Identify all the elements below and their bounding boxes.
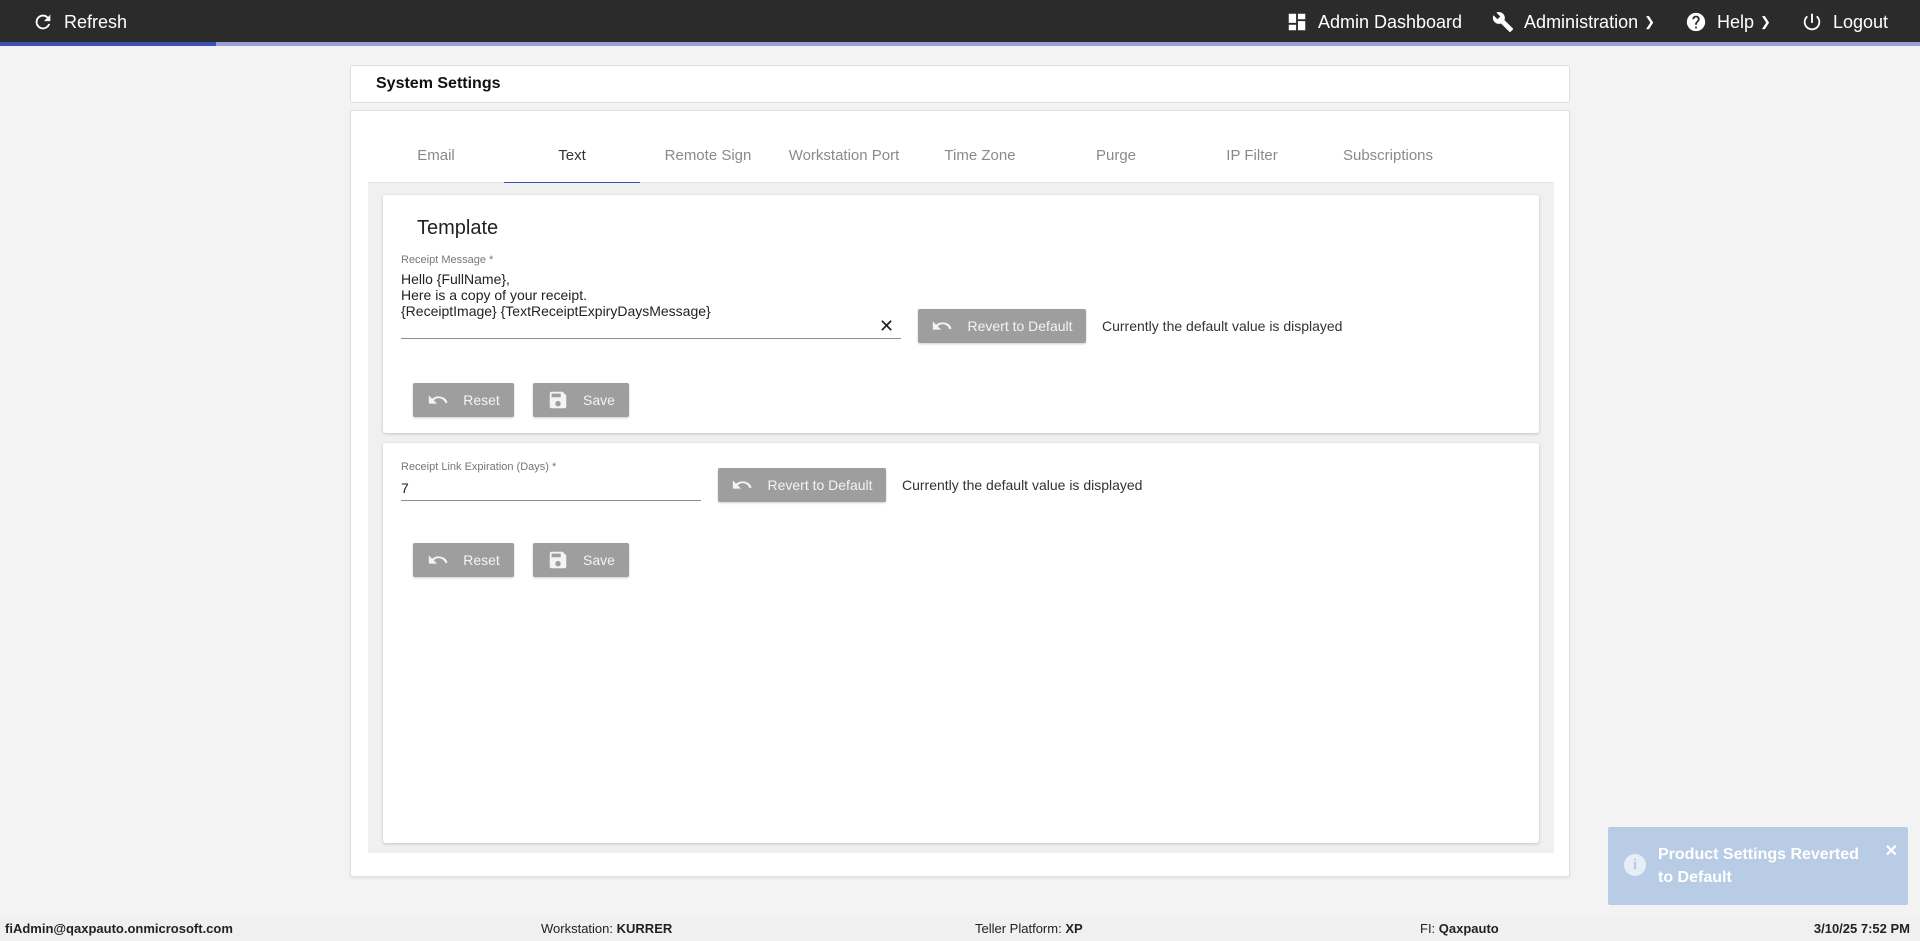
help-icon xyxy=(1686,12,1706,32)
settings-tabs: Email Text Remote Sign Workstation Port … xyxy=(368,127,1554,184)
workstation-label: Workstation: xyxy=(541,921,614,936)
administration-label: Administration xyxy=(1524,11,1639,32)
footer-datetime: 3/10/25 7:52 PM xyxy=(1814,921,1910,936)
footer-fi: FI: Qaxpauto xyxy=(1420,921,1499,936)
save-button[interactable]: Save xyxy=(533,383,629,417)
page-header: System Settings xyxy=(350,65,1570,103)
default-value-note: Currently the default value is displayed xyxy=(902,477,1143,493)
wrench-icon xyxy=(1492,12,1514,33)
undo-icon xyxy=(733,480,753,489)
tab-subscriptions[interactable]: Subscriptions xyxy=(1320,127,1456,183)
toast-notification: i Product Settings Reverted to Default ✕ xyxy=(1608,827,1908,905)
administration-menu[interactable]: Administration ❯ xyxy=(1492,11,1655,33)
refresh-label: Refresh xyxy=(64,11,128,32)
expiration-label: Receipt Link Expiration (Days) * xyxy=(401,461,557,473)
status-footer: fiAdmin@qaxpauto.onmicrosoft.com Worksta… xyxy=(0,916,1920,941)
save-icon xyxy=(549,551,567,569)
chevron-down-icon: ❯ xyxy=(1644,14,1655,29)
tab-text[interactable]: Text xyxy=(504,127,640,184)
tab-time-zone[interactable]: Time Zone xyxy=(912,127,1048,183)
save-label: Save xyxy=(583,392,615,408)
receipt-message-input[interactable]: Hello {FullName}, Here is a copy of your… xyxy=(401,271,901,339)
expiration-days-input[interactable] xyxy=(401,475,701,501)
revert-label: Revert to Default xyxy=(967,318,1073,334)
undo-icon xyxy=(429,555,448,564)
template-panel: Template Receipt Message * Hello {FullNa… xyxy=(383,195,1539,433)
tab-remote-sign[interactable]: Remote Sign xyxy=(640,127,776,183)
revert-to-default-button[interactable]: Revert to Default xyxy=(718,468,886,502)
close-icon[interactable]: ✕ xyxy=(1885,841,1898,861)
expiration-panel: Receipt Link Expiration (Days) * Revert … xyxy=(383,443,1539,843)
revert-label: Revert to Default xyxy=(767,477,873,493)
reset-button[interactable]: Reset xyxy=(413,383,514,417)
undo-icon xyxy=(933,321,953,330)
power-icon xyxy=(1803,13,1821,31)
top-bar: Refresh Admin Dashboard Administration ❯… xyxy=(0,0,1920,46)
loading-progress-bar xyxy=(0,42,1920,46)
footer-teller-platform: Teller Platform: XP xyxy=(975,921,1083,936)
logout-label: Logout xyxy=(1832,11,1888,32)
refresh-icon xyxy=(35,14,51,30)
page-title: System Settings xyxy=(376,75,501,92)
logout-button[interactable]: Logout xyxy=(1801,11,1888,33)
save-icon xyxy=(549,391,567,409)
workstation-value: KURRER xyxy=(616,921,673,936)
progress-fill xyxy=(0,42,216,46)
help-label: Help xyxy=(1717,11,1755,32)
tab-content: Template Receipt Message * Hello {FullNa… xyxy=(368,183,1554,853)
datetime-value: 3/10/25 7:52 PM xyxy=(1813,921,1910,936)
help-menu[interactable]: Help ❯ xyxy=(1685,11,1771,33)
info-icon: i xyxy=(1624,854,1646,876)
default-value-note: Currently the default value is displayed xyxy=(1102,318,1343,334)
reset-button[interactable]: Reset xyxy=(413,543,514,577)
settings-card: Email Text Remote Sign Workstation Port … xyxy=(350,110,1570,877)
refresh-button[interactable]: Refresh xyxy=(32,11,127,33)
footer-workstation: Workstation: KURRER xyxy=(541,921,672,936)
receipt-message-label: Receipt Message * xyxy=(401,254,494,266)
toast-message: Product Settings Reverted to Default xyxy=(1658,846,1859,886)
save-label: Save xyxy=(583,552,615,568)
panel-title: Template xyxy=(417,217,499,239)
save-button[interactable]: Save xyxy=(533,543,629,577)
fi-label: FI: xyxy=(1420,921,1436,936)
revert-to-default-button[interactable]: Revert to Default xyxy=(918,309,1086,343)
tab-email[interactable]: Email xyxy=(368,127,504,183)
reset-label: Reset xyxy=(463,392,500,408)
footer-user: fiAdmin@qaxpauto.onmicrosoft.com xyxy=(5,921,233,936)
tab-workstation-port[interactable]: Workstation Port xyxy=(776,127,912,183)
admin-dashboard-button[interactable]: Admin Dashboard xyxy=(1286,11,1462,33)
chevron-down-icon: ❯ xyxy=(1760,14,1771,29)
fi-value: Qaxpauto xyxy=(1438,921,1499,936)
user-email: fiAdmin@qaxpauto.onmicrosoft.com xyxy=(5,921,233,936)
undo-icon xyxy=(429,395,448,404)
tab-ip-filter[interactable]: IP Filter xyxy=(1184,127,1320,183)
tab-purge[interactable]: Purge xyxy=(1048,127,1184,183)
clear-icon[interactable]: ✕ xyxy=(879,317,894,335)
reset-label: Reset xyxy=(463,552,500,568)
teller-value: XP xyxy=(1065,921,1083,936)
admin-dashboard-label: Admin Dashboard xyxy=(1317,11,1463,32)
teller-label: Teller Platform: xyxy=(975,921,1062,936)
dashboard-icon xyxy=(1288,13,1306,31)
